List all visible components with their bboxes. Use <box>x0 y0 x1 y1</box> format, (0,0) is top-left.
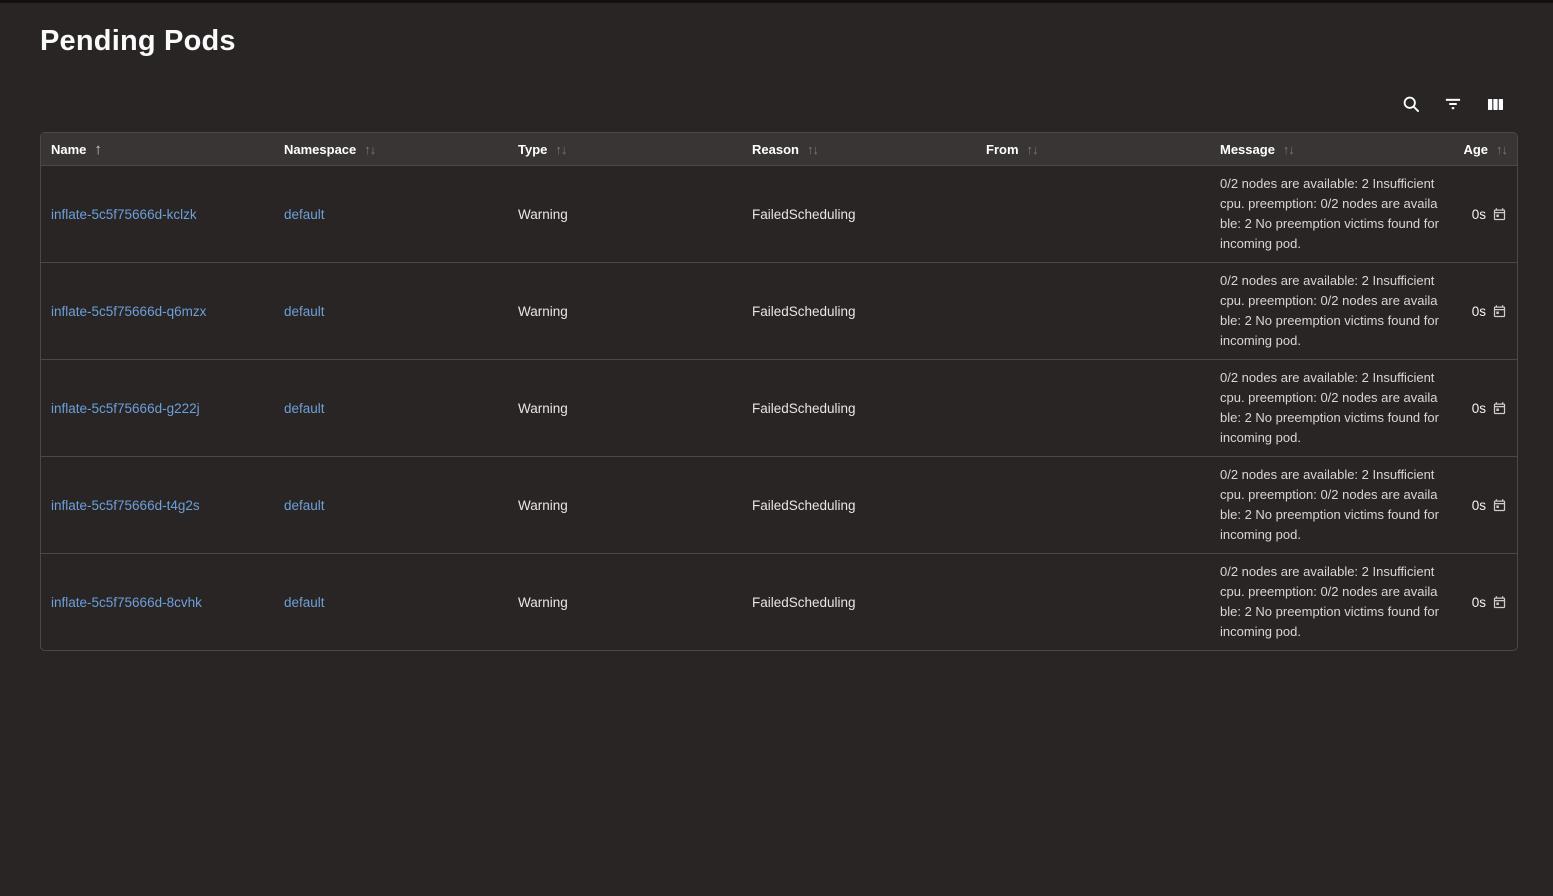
namespace-link[interactable]: default <box>284 304 518 319</box>
arrow-up-icon: ↑ <box>94 142 102 157</box>
cell-age: 0s <box>1472 207 1507 222</box>
filter-button[interactable] <box>1442 93 1464 115</box>
column-header-name[interactable]: Name ↑ <box>51 142 284 157</box>
age-value: 0s <box>1472 207 1486 222</box>
column-header-from[interactable]: From ↑↓ <box>986 142 1220 157</box>
calendar-icon <box>1492 595 1507 610</box>
cell-age: 0s <box>1472 595 1507 610</box>
age-value: 0s <box>1472 498 1486 513</box>
column-label: Type <box>518 142 547 157</box>
table-row: inflate-5c5f75666d-8cvhkdefaultWarningFa… <box>41 553 1517 650</box>
search-button[interactable] <box>1400 93 1422 115</box>
search-icon <box>1401 94 1421 114</box>
column-label: Name <box>51 142 86 157</box>
cell-reason: FailedScheduling <box>752 207 986 222</box>
cell-type: Warning <box>518 595 752 610</box>
pod-name-link[interactable]: inflate-5c5f75666d-kclzk <box>51 207 284 222</box>
namespace-link[interactable]: default <box>284 595 518 610</box>
column-label: Message <box>1220 142 1275 157</box>
table-row: inflate-5c5f75666d-kclzkdefaultWarningFa… <box>41 165 1517 262</box>
column-header-age[interactable]: Age ↑↓ <box>1446 142 1507 157</box>
column-selector-button[interactable] <box>1484 93 1506 115</box>
arrows-up-down-icon: ↑↓ <box>1027 143 1038 156</box>
pod-name-link[interactable]: inflate-5c5f75666d-q6mzx <box>51 304 284 319</box>
pod-name-link[interactable]: inflate-5c5f75666d-g222j <box>51 401 284 416</box>
pod-name-link[interactable]: inflate-5c5f75666d-8cvhk <box>51 595 284 610</box>
page-title: Pending Pods <box>40 3 1553 58</box>
column-selector-icon <box>1486 95 1505 114</box>
column-header-reason[interactable]: Reason ↑↓ <box>752 142 986 157</box>
table-row: inflate-5c5f75666d-t4g2sdefaultWarningFa… <box>41 456 1517 553</box>
column-header-namespace[interactable]: Namespace ↑↓ <box>284 142 518 157</box>
cell-message: 0/2 nodes are available: 2 Insufficient … <box>1220 368 1442 448</box>
table-toolbar <box>40 92 1518 116</box>
pending-pods-page: Pending Pods <box>0 3 1553 651</box>
cell-type: Warning <box>518 401 752 416</box>
cell-type: Warning <box>518 207 752 222</box>
table-row: inflate-5c5f75666d-q6mzxdefaultWarningFa… <box>41 262 1517 359</box>
calendar-icon <box>1492 498 1507 513</box>
cell-reason: FailedScheduling <box>752 595 986 610</box>
cell-message: 0/2 nodes are available: 2 Insufficient … <box>1220 271 1442 351</box>
cell-type: Warning <box>518 498 752 513</box>
filter-icon <box>1443 94 1463 114</box>
arrows-up-down-icon: ↑↓ <box>555 143 566 156</box>
calendar-icon <box>1492 304 1507 319</box>
pod-name-link[interactable]: inflate-5c5f75666d-t4g2s <box>51 498 284 513</box>
namespace-link[interactable]: default <box>284 498 518 513</box>
arrows-up-down-icon: ↑↓ <box>807 143 818 156</box>
age-value: 0s <box>1472 304 1486 319</box>
column-label: Namespace <box>284 142 356 157</box>
column-label: Age <box>1463 142 1488 157</box>
cell-reason: FailedScheduling <box>752 304 986 319</box>
cell-type: Warning <box>518 304 752 319</box>
namespace-link[interactable]: default <box>284 401 518 416</box>
cell-message: 0/2 nodes are available: 2 Insufficient … <box>1220 562 1442 642</box>
arrows-up-down-icon: ↑↓ <box>1283 143 1294 156</box>
table-header-row: Name↑Namespace↑↓Type↑↓Reason↑↓From↑↓Mess… <box>41 133 1517 165</box>
cell-message: 0/2 nodes are available: 2 Insufficient … <box>1220 174 1442 254</box>
column-label: From <box>986 142 1019 157</box>
column-label: Reason <box>752 142 799 157</box>
pending-pods-table: Name↑Namespace↑↓Type↑↓Reason↑↓From↑↓Mess… <box>40 132 1518 651</box>
column-header-type[interactable]: Type ↑↓ <box>518 142 752 157</box>
namespace-link[interactable]: default <box>284 207 518 222</box>
cell-age: 0s <box>1472 498 1507 513</box>
cell-reason: FailedScheduling <box>752 498 986 513</box>
arrows-up-down-icon: ↑↓ <box>364 143 375 156</box>
cell-message: 0/2 nodes are available: 2 Insufficient … <box>1220 465 1442 545</box>
age-value: 0s <box>1472 595 1486 610</box>
cell-age: 0s <box>1472 304 1507 319</box>
calendar-icon <box>1492 401 1507 416</box>
column-header-message[interactable]: Message ↑↓ <box>1220 142 1446 157</box>
age-value: 0s <box>1472 401 1486 416</box>
table-row: inflate-5c5f75666d-g222jdefaultWarningFa… <box>41 359 1517 456</box>
table-body: inflate-5c5f75666d-kclzkdefaultWarningFa… <box>41 165 1517 650</box>
calendar-icon <box>1492 207 1507 222</box>
cell-age: 0s <box>1472 401 1507 416</box>
cell-reason: FailedScheduling <box>752 401 986 416</box>
arrows-up-down-icon: ↑↓ <box>1496 143 1507 156</box>
